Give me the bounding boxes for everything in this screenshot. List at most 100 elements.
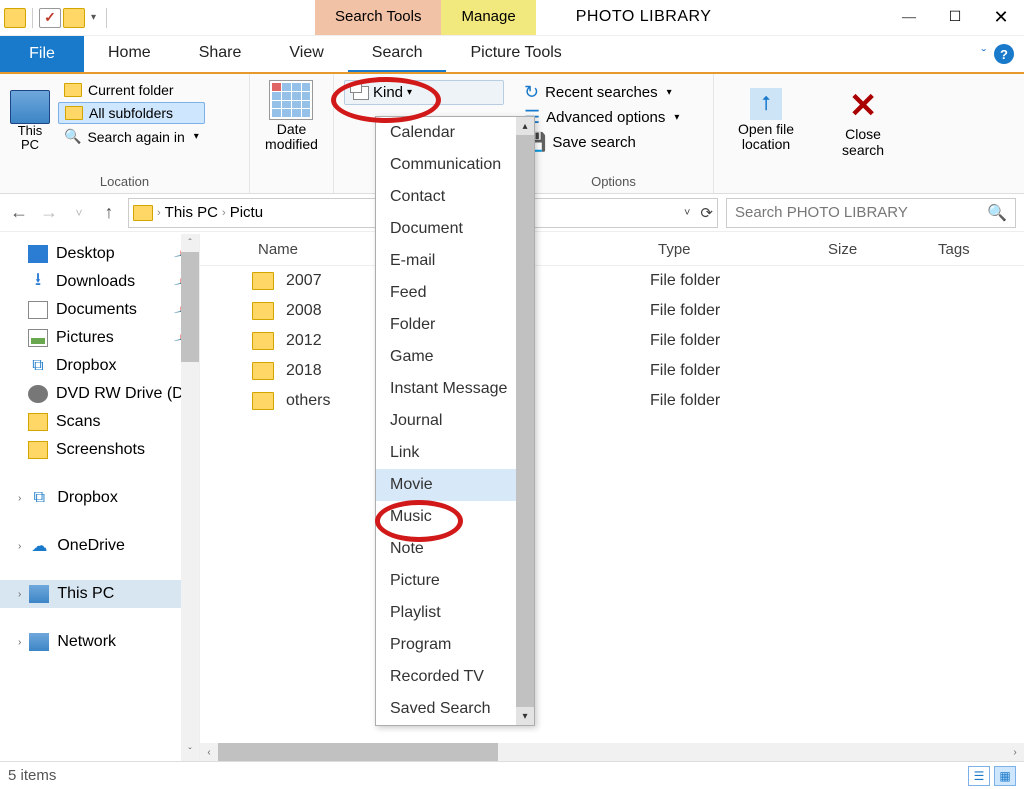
search-again-in-button[interactable]: 🔍Search again in▾ xyxy=(58,126,205,147)
qat-newfolder-icon[interactable] xyxy=(63,8,85,28)
ribbon-close-search: ✕ Close search xyxy=(818,74,908,193)
help-icon[interactable]: ? xyxy=(994,44,1014,64)
navitem-onedrive[interactable]: ›☁OneDrive xyxy=(0,532,199,560)
qat-properties-icon[interactable]: ✓ xyxy=(39,8,61,28)
navitem-downloads[interactable]: ⭳Downloads📌 xyxy=(0,268,199,296)
navitem-scans[interactable]: Scans xyxy=(0,408,199,436)
scroll-thumb[interactable] xyxy=(218,743,498,761)
navitem-dvd[interactable]: DVD RW Drive (D xyxy=(0,380,199,408)
tab-picture-tools[interactable]: Picture Tools xyxy=(446,36,585,72)
navpane-scrollbar[interactable]: ˆ ˇ xyxy=(181,234,199,761)
tab-home[interactable]: Home xyxy=(84,36,175,72)
kind-dropdown-menu: CalendarCommunicationContactDocumentE-ma… xyxy=(375,116,535,726)
kind-option-picture[interactable]: Picture xyxy=(376,565,534,597)
details-view-button[interactable]: ☰ xyxy=(968,766,990,786)
qat-separator xyxy=(32,8,33,28)
tab-search[interactable]: Search xyxy=(348,36,447,72)
kind-option-music[interactable]: Music xyxy=(376,501,534,533)
kind-option-saved-search[interactable]: Saved Search xyxy=(376,693,534,725)
advanced-options-button[interactable]: ☰Advanced options▾ xyxy=(524,105,703,130)
content-h-scrollbar[interactable]: ‹ › xyxy=(200,743,1024,761)
scroll-right-icon[interactable]: › xyxy=(1006,743,1024,761)
scroll-thumb[interactable] xyxy=(181,252,199,362)
qat-folder-icon[interactable] xyxy=(4,8,26,28)
kind-option-contact[interactable]: Contact xyxy=(376,181,534,213)
all-subfolders-button[interactable]: All subfolders xyxy=(58,102,205,124)
tab-file[interactable]: File xyxy=(0,36,84,72)
col-type[interactable]: Type xyxy=(650,241,820,258)
scroll-down-icon[interactable]: ˇ xyxy=(181,743,199,761)
tab-view[interactable]: View xyxy=(265,36,347,72)
recent-locations-button[interactable]: ˅ xyxy=(68,206,90,220)
close-search-button[interactable]: ✕ Close search xyxy=(828,84,898,162)
file-row[interactable]: 20088 2:13 PMFile folder xyxy=(200,296,1024,326)
refresh-button[interactable]: ⟳ xyxy=(700,204,713,222)
back-button[interactable]: ← xyxy=(8,202,30,223)
scroll-thumb[interactable] xyxy=(516,135,534,707)
navitem-screenshots[interactable]: Screenshots xyxy=(0,436,199,464)
col-tags[interactable]: Tags xyxy=(930,241,978,258)
kind-option-playlist[interactable]: Playlist xyxy=(376,597,534,629)
breadcrumb-thispc[interactable]: This PC xyxy=(165,204,218,221)
scroll-up-icon[interactable]: ▴ xyxy=(516,117,534,135)
kind-option-e-mail[interactable]: E-mail xyxy=(376,245,534,277)
documents-icon xyxy=(28,301,48,319)
this-pc-label: This PC xyxy=(18,124,43,153)
kind-option-communication[interactable]: Communication xyxy=(376,149,534,181)
navitem-dropbox[interactable]: ⧉Dropbox xyxy=(0,352,199,380)
scroll-up-icon[interactable]: ˆ xyxy=(181,234,199,252)
navitem-pictures[interactable]: Pictures📌 xyxy=(0,324,199,352)
thumbnails-view-button[interactable]: ▦ xyxy=(994,766,1016,786)
context-search-tools: Search Tools xyxy=(315,0,441,35)
search-icon[interactable]: 🔍 xyxy=(987,203,1007,223)
kind-option-document[interactable]: Document xyxy=(376,213,534,245)
this-pc-icon[interactable] xyxy=(10,90,50,124)
current-folder-button[interactable]: Current folder xyxy=(58,80,205,100)
recent-searches-button[interactable]: ↻Recent searches▾ xyxy=(524,80,703,105)
collapse-ribbon-icon[interactable]: ˇ xyxy=(981,46,986,62)
navitem-dropbox-root[interactable]: ›⧉Dropbox xyxy=(0,484,199,512)
open-file-location-button[interactable]: ⭡ Open file location xyxy=(724,84,808,157)
file-row[interactable]: 20188 2:13 PMFile folder xyxy=(200,356,1024,386)
address-dropdown-icon[interactable]: ˅ xyxy=(684,207,690,219)
forward-button[interactable]: → xyxy=(38,202,60,223)
folder-icon xyxy=(28,441,48,459)
scroll-down-icon[interactable]: ▾ xyxy=(516,707,534,725)
col-size[interactable]: Size xyxy=(820,241,930,258)
kind-option-journal[interactable]: Journal xyxy=(376,405,534,437)
chevron-right-icon[interactable]: › xyxy=(222,207,226,219)
chevron-right-icon[interactable]: › xyxy=(157,207,161,219)
date-modified-button[interactable]: Date modified xyxy=(265,80,318,153)
minimize-button[interactable]: — xyxy=(886,0,932,35)
kind-option-recorded-tv[interactable]: Recorded TV xyxy=(376,661,534,693)
kind-option-instant-message[interactable]: Instant Message xyxy=(376,373,534,405)
navitem-thispc[interactable]: ›This PC xyxy=(0,580,199,608)
breadcrumb-pictures[interactable]: Pictu xyxy=(230,204,263,221)
file-row[interactable]: others8 2:12 PMFile folder xyxy=(200,386,1024,416)
kind-option-movie[interactable]: Movie xyxy=(376,469,534,501)
scroll-left-icon[interactable]: ‹ xyxy=(200,743,218,761)
kind-option-program[interactable]: Program xyxy=(376,629,534,661)
up-button[interactable]: ↑ xyxy=(98,202,120,223)
kind-option-link[interactable]: Link xyxy=(376,437,534,469)
file-row[interactable]: 20128 2:13 PMFile folder xyxy=(200,326,1024,356)
maximize-button[interactable]: ☐ xyxy=(932,0,978,35)
kind-option-game[interactable]: Game xyxy=(376,341,534,373)
file-type: File folder xyxy=(650,302,820,320)
qat-customize-icon[interactable]: ▾ xyxy=(87,12,100,23)
kind-option-feed[interactable]: Feed xyxy=(376,277,534,309)
kind-option-note[interactable]: Note xyxy=(376,533,534,565)
navitem-desktop[interactable]: Desktop📌 xyxy=(0,240,199,268)
kind-option-folder[interactable]: Folder xyxy=(376,309,534,341)
close-button[interactable]: ✕ xyxy=(978,0,1024,35)
search-box[interactable]: Search PHOTO LIBRARY 🔍 xyxy=(726,198,1016,228)
tab-share[interactable]: Share xyxy=(175,36,266,72)
kind-menu-scrollbar[interactable]: ▴ ▾ xyxy=(516,117,534,725)
save-search-button[interactable]: 💾Save search xyxy=(524,130,703,155)
navitem-documents[interactable]: Documents📌 xyxy=(0,296,199,324)
kind-option-calendar[interactable]: Calendar xyxy=(376,117,534,149)
navitem-network[interactable]: ›Network xyxy=(0,628,199,656)
kind-button[interactable]: Kind ▾ xyxy=(344,80,504,105)
file-row[interactable]: 20078 2:13 PMFile folder xyxy=(200,266,1024,296)
group-label-location: Location xyxy=(10,172,239,191)
